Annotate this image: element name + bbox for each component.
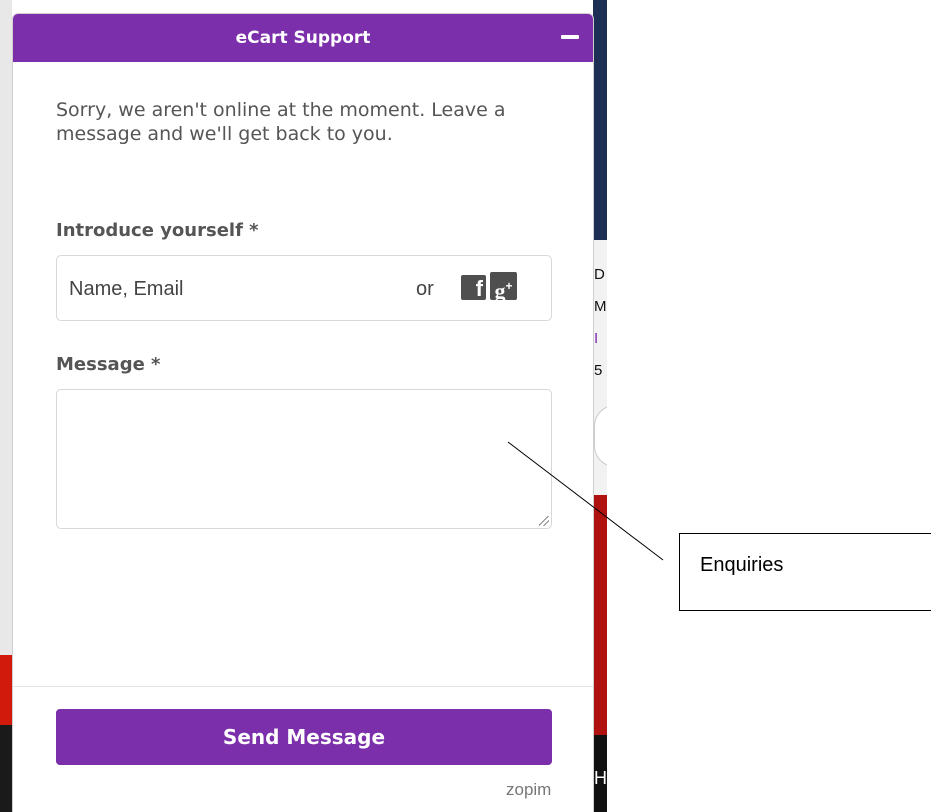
background-text: D bbox=[594, 266, 605, 283]
name-email-placeholder: Name, Email bbox=[69, 278, 184, 300]
background-page-left bbox=[0, 0, 12, 812]
background-footer bbox=[0, 725, 12, 812]
google-plus-icon[interactable]: g+ bbox=[490, 272, 517, 304]
zopim-logo[interactable]: zopim bbox=[506, 780, 551, 800]
chat-titlebar[interactable]: eCart Support bbox=[13, 14, 593, 62]
google-plus-glyph: + bbox=[505, 279, 513, 293]
annotation-label: Enquiries bbox=[700, 554, 784, 576]
message-label: Message * bbox=[56, 354, 161, 375]
resize-handle-icon[interactable] bbox=[539, 516, 549, 526]
background-text: 5 bbox=[594, 362, 603, 379]
chat-title: eCart Support bbox=[235, 28, 371, 48]
background-banner bbox=[0, 655, 12, 725]
facebook-icon[interactable]: f bbox=[461, 275, 486, 300]
background-text: H bbox=[594, 768, 607, 788]
send-message-button[interactable]: Send Message bbox=[56, 709, 552, 765]
offline-message: Sorry, we aren't online at the moment. L… bbox=[56, 99, 506, 145]
chat-widget: eCart Support Sorry, we aren't online at… bbox=[12, 13, 594, 812]
background-button bbox=[594, 405, 607, 467]
minimize-icon[interactable] bbox=[561, 35, 579, 39]
or-text: or bbox=[416, 278, 434, 300]
google-glyph: g bbox=[494, 278, 506, 304]
background-link: I bbox=[594, 330, 599, 347]
intro-label: Introduce yourself * bbox=[56, 220, 259, 241]
divider bbox=[13, 686, 593, 687]
background-page-right: D M I 5 H bbox=[593, 0, 607, 812]
background-image bbox=[593, 495, 607, 735]
background-text: M bbox=[594, 298, 607, 315]
message-textarea[interactable] bbox=[56, 389, 552, 529]
name-email-field[interactable]: Name, Email or f g+ bbox=[56, 255, 552, 321]
annotation-callout: Enquiries bbox=[679, 533, 931, 611]
background-image bbox=[593, 0, 607, 240]
